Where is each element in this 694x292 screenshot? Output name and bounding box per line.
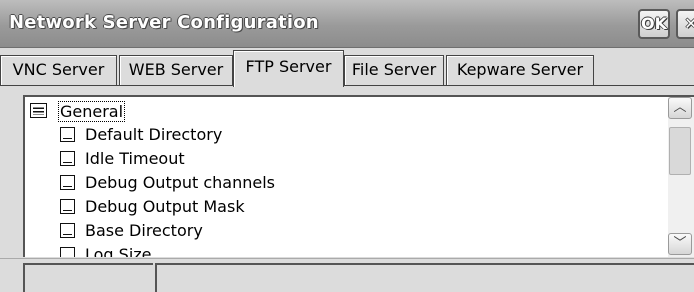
- tree-item-default-directory[interactable]: Default Directory: [60, 124, 360, 146]
- tab-label: File Server: [351, 60, 437, 79]
- close-button[interactable]: ✕: [676, 9, 694, 39]
- tab-label: VNC Server: [12, 60, 105, 79]
- property-icon: [60, 127, 75, 142]
- status-cell-right: [155, 263, 694, 292]
- status-bar: [0, 258, 694, 292]
- tree-item-label: Base Directory: [85, 221, 203, 240]
- config-tree: General Default Directory Idle Timeout D…: [25, 97, 665, 257]
- tab-web-server[interactable]: WEB Server: [119, 55, 233, 86]
- tree-item-label: Idle Timeout: [85, 149, 185, 168]
- tab-divider: [0, 85, 694, 86]
- tree-item-label: Log Size: [85, 245, 152, 257]
- property-icon: [60, 199, 75, 214]
- tree-root-label: General: [58, 101, 126, 122]
- property-icon: [60, 151, 75, 166]
- tree-root-general[interactable]: General: [30, 100, 330, 122]
- tree-item-idle-timeout[interactable]: Idle Timeout: [60, 148, 360, 170]
- tab-ftp-server[interactable]: FTP Server: [233, 50, 344, 87]
- tab-strip: VNC Server WEB Server FTP Server File Se…: [0, 48, 694, 87]
- tree-item-debug-output-channels[interactable]: Debug Output channels: [60, 172, 360, 194]
- vertical-scrollbar[interactable]: ︿ ﹀: [668, 97, 694, 257]
- tab-kepware-server[interactable]: Kepware Server: [446, 55, 594, 86]
- close-icon: ✕: [684, 14, 694, 33]
- tree-item-label: Default Directory: [85, 125, 223, 144]
- property-icon: [60, 247, 75, 257]
- tree-item-log-size[interactable]: Log Size: [60, 244, 360, 257]
- chevron-up-icon: ︿: [673, 100, 687, 115]
- tab-label: FTP Server: [245, 57, 332, 76]
- tab-label: Kepware Server: [456, 60, 584, 79]
- tab-vnc-server[interactable]: VNC Server: [0, 55, 117, 86]
- tree-item-base-directory[interactable]: Base Directory: [60, 220, 360, 242]
- title-bar: Network Server Configuration OK ✕: [0, 0, 694, 48]
- ok-button[interactable]: OK: [638, 9, 670, 39]
- scroll-thumb[interactable]: [669, 127, 691, 175]
- property-icon: [60, 175, 75, 190]
- tab-label: WEB Server: [128, 60, 224, 79]
- scroll-down-button[interactable]: ﹀: [668, 233, 692, 255]
- config-tree-panel: General Default Directory Idle Timeout D…: [23, 95, 694, 257]
- tree-item-label: Debug Output channels: [85, 173, 276, 192]
- tab-file-server[interactable]: File Server: [344, 55, 444, 86]
- scroll-up-button[interactable]: ︿: [668, 97, 692, 119]
- tree-item-debug-output-mask[interactable]: Debug Output Mask: [60, 196, 360, 218]
- tree-item-label: Debug Output Mask: [85, 197, 245, 216]
- status-cell-left: [23, 263, 153, 292]
- list-icon: [30, 103, 47, 118]
- chevron-down-icon: ﹀: [673, 236, 687, 251]
- window-title: Network Server Configuration: [9, 12, 319, 33]
- property-icon: [60, 223, 75, 238]
